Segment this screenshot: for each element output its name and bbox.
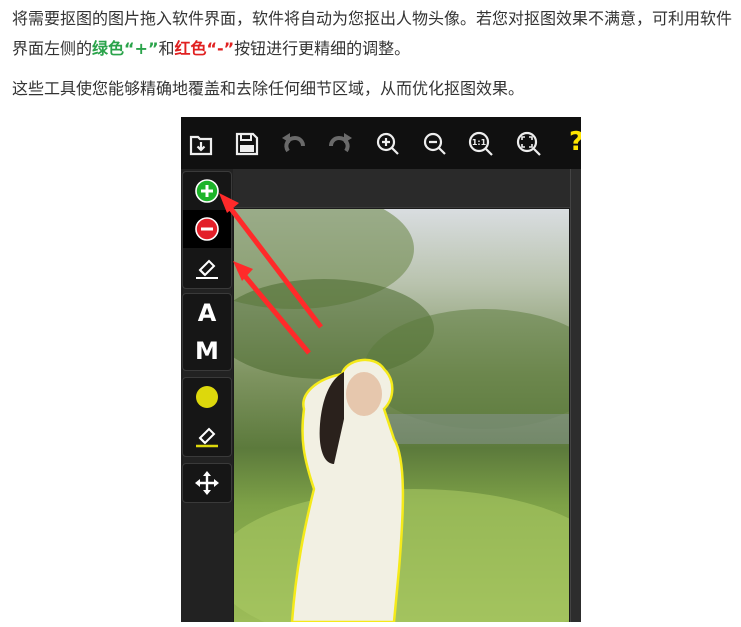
app-screenshot: 1:1 ? A M: [181, 117, 581, 622]
red-minus-highlight: 红色“-”: [174, 39, 235, 58]
tools-paragraph: 这些工具使您能够精确地覆盖和去除任何细节区域，从而优化抠图效果。: [12, 79, 525, 98]
green-plus-highlight: 绿色“+”: [92, 39, 159, 58]
arrow-to-eraser-button: [237, 267, 311, 355]
annotation-arrows: [219, 193, 323, 355]
intro-connector: 和: [158, 39, 175, 58]
intro-paragraph: 将需要抠图的图片拖入软件界面，软件将自动为您抠出人物头像。若您对抠图效果不满意，…: [12, 4, 732, 64]
intro-text-end: 按钮进行更精细的调整。: [234, 39, 411, 58]
